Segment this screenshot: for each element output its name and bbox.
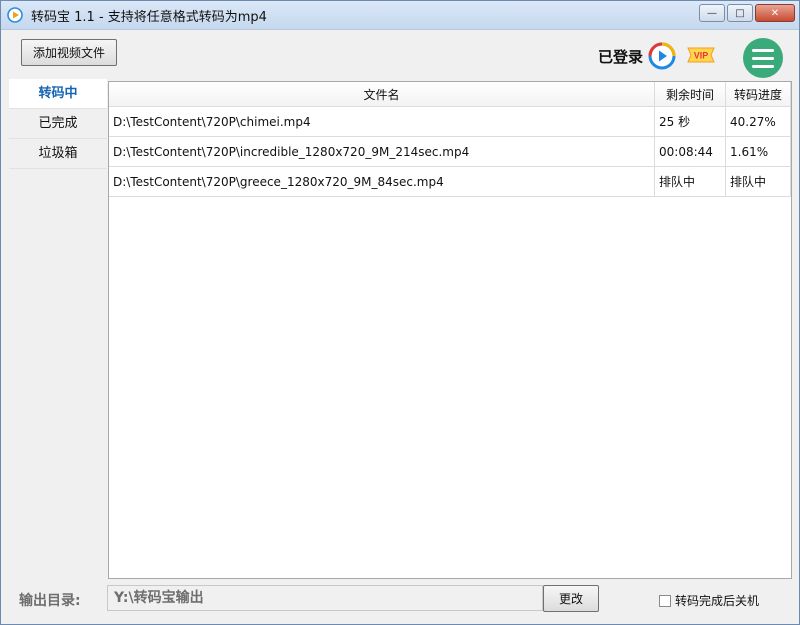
login-status[interactable]: 已登录 bbox=[598, 46, 643, 67]
change-dir-button[interactable]: 更改 bbox=[543, 585, 599, 612]
file-name-cell: D:\TestContent\720P\greece_1280x720_9M_8… bbox=[109, 167, 655, 196]
remaining-time-cell: 排队中 bbox=[655, 167, 726, 196]
add-video-button[interactable]: 添加视频文件 bbox=[21, 39, 117, 66]
maximize-button[interactable]: □ bbox=[727, 4, 753, 22]
column-header-filename[interactable]: 文件名 bbox=[109, 82, 655, 106]
table-header: 文件名 剩余时间 转码进度 bbox=[109, 82, 791, 107]
sidebar-item-trash[interactable]: 垃圾箱 bbox=[9, 139, 107, 169]
vip-icon[interactable]: VIP bbox=[685, 44, 717, 66]
output-dir-label: 输出目录: bbox=[19, 593, 81, 609]
column-header-progress[interactable]: 转码进度 bbox=[726, 82, 791, 106]
play-logo-icon[interactable] bbox=[648, 42, 676, 70]
remaining-time-cell: 25 秒 bbox=[655, 107, 726, 136]
progress-cell: 40.27% bbox=[726, 107, 791, 136]
shutdown-checkbox[interactable] bbox=[659, 594, 671, 607]
menu-button[interactable] bbox=[743, 38, 783, 78]
app-window: 转码宝 1.1 - 支持将任意格式转码为mp4 — □ ✕ 添加视频文件 已登录… bbox=[0, 0, 800, 625]
progress-cell: 1.61% bbox=[726, 137, 791, 166]
title-bar[interactable]: 转码宝 1.1 - 支持将任意格式转码为mp4 — □ ✕ bbox=[1, 1, 799, 30]
file-name-cell: D:\TestContent\720P\incredible_1280x720_… bbox=[109, 137, 655, 166]
shutdown-label: 转码完成后关机 bbox=[675, 594, 760, 608]
progress-cell: 排队中 bbox=[726, 167, 791, 196]
menu-bar-icon bbox=[752, 48, 774, 52]
sidebar-item-converting[interactable]: 转码中 bbox=[9, 79, 107, 109]
table-row[interactable]: D:\TestContent\720P\chimei.mp4 25 秒 40.2… bbox=[109, 107, 791, 137]
column-header-remaining[interactable]: 剩余时间 bbox=[655, 82, 726, 106]
menu-bar-icon bbox=[752, 64, 774, 68]
output-dir-field[interactable]: Y:\转码宝输出 bbox=[107, 585, 543, 611]
table-row[interactable]: D:\TestContent\720P\greece_1280x720_9M_8… bbox=[109, 167, 791, 197]
app-logo-icon bbox=[7, 7, 23, 23]
toolbar: 添加视频文件 已登录 VIP bbox=[1, 30, 799, 78]
table-row[interactable]: D:\TestContent\720P\incredible_1280x720_… bbox=[109, 137, 791, 167]
sidebar-item-completed[interactable]: 已完成 bbox=[9, 109, 107, 139]
sidebar: 转码中 已完成 垃圾箱 bbox=[9, 79, 107, 579]
shutdown-option[interactable]: 转码完成后关机 bbox=[659, 592, 759, 609]
window-controls: — □ ✕ bbox=[699, 4, 795, 22]
menu-bar-icon bbox=[752, 56, 774, 60]
remaining-time-cell: 00:08:44 bbox=[655, 137, 726, 166]
output-bar: 输出目录: Y:\转码宝输出 更改 转码完成后关机 bbox=[9, 582, 793, 618]
minimize-button[interactable]: — bbox=[699, 4, 725, 22]
window-title: 转码宝 1.1 - 支持将任意格式转码为mp4 bbox=[31, 10, 267, 25]
task-table: 文件名 剩余时间 转码进度 D:\TestContent\720P\chimei… bbox=[108, 81, 792, 579]
close-button[interactable]: ✕ bbox=[755, 4, 795, 22]
vip-text: VIP bbox=[694, 51, 709, 61]
file-name-cell: D:\TestContent\720P\chimei.mp4 bbox=[109, 107, 655, 136]
